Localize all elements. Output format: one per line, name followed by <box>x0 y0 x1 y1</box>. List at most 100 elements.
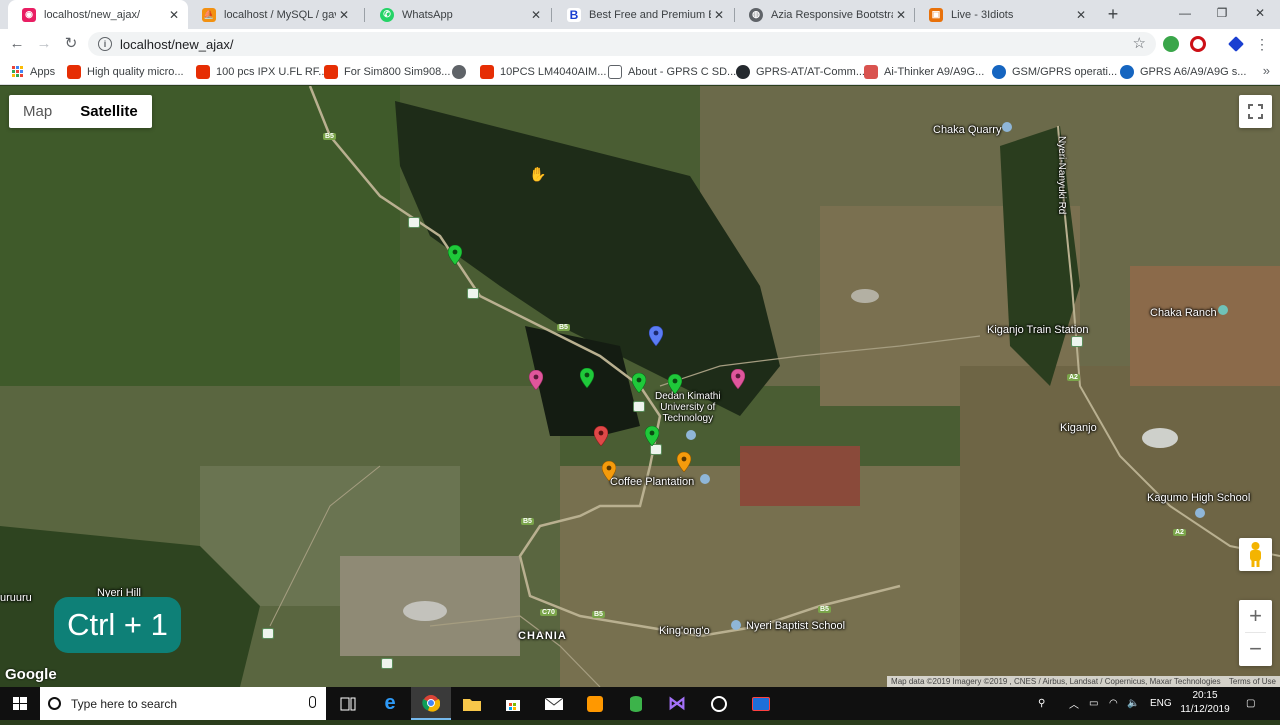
start-button[interactable] <box>0 687 40 720</box>
place-label[interactable]: Nyeri Baptist School <box>746 620 845 632</box>
chrome-taskbar-button[interactable] <box>411 687 451 720</box>
reload-button[interactable]: ↻ <box>60 33 82 55</box>
close-tab-icon[interactable]: ✕ <box>893 8 909 22</box>
bookmark-apps[interactable]: Apps <box>12 63 55 81</box>
place-label[interactable]: Coffee Plantation <box>610 476 694 488</box>
url-text[interactable]: localhost/new_ajax/ <box>120 37 233 52</box>
info-icon[interactable]: i <box>98 37 112 51</box>
battery-icon[interactable]: ▭ <box>1089 687 1098 720</box>
place-label[interactable]: Kagumo High School <box>1147 492 1250 504</box>
bus-stop-icon[interactable] <box>1071 336 1083 347</box>
close-window-button[interactable]: ✕ <box>1240 0 1280 29</box>
close-tab-icon[interactable]: ✕ <box>1073 8 1089 22</box>
bookmark-item[interactable] <box>452 63 472 81</box>
bus-stop-icon[interactable] <box>408 217 420 228</box>
tab-azia-bootstrap[interactable]: ◍ Azia Responsive Bootstrap 4 ✕ <box>735 0 915 29</box>
action-center-icon[interactable]: ▢ <box>1246 687 1255 720</box>
opera-extension-icon[interactable] <box>1190 36 1206 52</box>
forward-button[interactable]: → <box>33 33 55 55</box>
bookmark-item[interactable]: GPRS-AT/AT-Comm... <box>736 63 865 81</box>
mail-taskbar-button[interactable] <box>534 687 574 720</box>
terms-link[interactable]: Terms of Use <box>1229 677 1276 686</box>
tab-bootstrap-themes[interactable]: B Best Free and Premium Boot ✕ <box>553 0 733 29</box>
close-tab-icon[interactable]: ✕ <box>166 8 182 22</box>
zoom-out-button[interactable]: − <box>1239 633 1272 666</box>
location-marker-icon[interactable] <box>580 368 594 388</box>
tab-whatsapp[interactable]: ✆ WhatsApp ✕ <box>366 0 550 29</box>
language-indicator[interactable]: ENG <box>1150 687 1172 720</box>
back-button[interactable]: ← <box>6 33 28 55</box>
location-marker-icon[interactable] <box>649 326 663 346</box>
close-tab-icon[interactable]: ✕ <box>528 8 544 22</box>
people-icon[interactable]: ⚲ <box>1038 687 1045 720</box>
maximize-button[interactable]: ❐ <box>1202 0 1242 29</box>
location-marker-icon[interactable] <box>731 369 745 389</box>
location-marker-icon[interactable] <box>668 374 682 394</box>
extension-diamond-icon[interactable] <box>1228 36 1244 52</box>
tab-live-3idiots[interactable]: ▣ Live - 3Idiots ✕ <box>915 0 1095 29</box>
close-tab-icon[interactable]: ✕ <box>336 8 352 22</box>
bus-stop-icon[interactable] <box>633 401 645 412</box>
bookmark-item[interactable]: 100 pcs IPX U.FL RF... <box>196 63 327 81</box>
poi-marker-icon[interactable] <box>686 430 696 440</box>
location-marker-icon[interactable] <box>632 373 646 393</box>
bus-stop-icon[interactable] <box>467 288 479 299</box>
bookmark-item[interactable]: About - GPRS C SD... <box>608 63 736 81</box>
database-taskbar-button[interactable] <box>616 687 656 720</box>
location-marker-icon[interactable] <box>594 426 608 446</box>
location-marker-icon[interactable] <box>448 245 462 265</box>
fullscreen-button[interactable] <box>1239 95 1272 128</box>
poi-marker-icon[interactable] <box>1002 122 1012 132</box>
close-tab-icon[interactable]: ✕ <box>711 8 727 22</box>
taskbar-search-box[interactable]: Type here to search <box>40 687 326 720</box>
poi-marker-icon[interactable] <box>1218 305 1228 315</box>
minimize-button[interactable]: — <box>1165 0 1205 29</box>
poi-marker-icon[interactable] <box>700 474 710 484</box>
show-hidden-icons-chevron-icon[interactable]: ︿ <box>1069 687 1079 720</box>
place-label[interactable]: Chaka Quarry <box>933 124 1001 136</box>
app-taskbar-button[interactable] <box>699 687 739 720</box>
recorder-taskbar-button[interactable] <box>741 687 781 720</box>
visual-studio-taskbar-button[interactable]: ⋈ <box>657 687 697 720</box>
tab-localhost-new-ajax[interactable]: ◉ localhost/new_ajax/ ✕ <box>8 0 188 29</box>
wifi-icon[interactable]: ◠ <box>1109 687 1118 720</box>
menu-kebab-icon[interactable]: ⋮ <box>1251 33 1273 55</box>
store-taskbar-button[interactable] <box>493 687 533 720</box>
location-marker-icon[interactable] <box>602 461 616 481</box>
location-marker-icon[interactable] <box>529 370 543 390</box>
street-view-pegman[interactable] <box>1239 538 1272 571</box>
tab-phpmyadmin[interactable]: ⛵ localhost / MySQL / gavana ✕ <box>188 0 358 29</box>
edge-taskbar-button[interactable]: e <box>370 687 410 720</box>
poi-marker-icon[interactable] <box>1195 508 1205 518</box>
location-marker-icon[interactable] <box>677 452 691 472</box>
microphone-icon[interactable] <box>309 696 316 708</box>
system-clock[interactable]: 20:15 11/12/2019 <box>1172 689 1238 717</box>
location-marker-icon[interactable] <box>645 426 659 446</box>
more-bookmarks-icon[interactable]: » <box>1263 63 1270 78</box>
place-label[interactable]: Dedan Kimathi University of Technology <box>655 391 721 424</box>
place-label[interactable]: Kiganjo Train Station <box>987 324 1089 336</box>
extension-icon[interactable] <box>1163 36 1179 52</box>
bookmark-item[interactable]: High quality micro... <box>67 63 184 81</box>
bus-stop-icon[interactable] <box>262 628 274 639</box>
poi-marker-icon[interactable] <box>731 620 741 630</box>
bookmark-star-icon[interactable]: ☆ <box>1133 34 1146 52</box>
bus-stop-icon[interactable] <box>381 658 393 669</box>
task-view-button[interactable] <box>328 687 368 720</box>
zoom-in-button[interactable]: + <box>1239 600 1272 632</box>
google-map[interactable]: Map Satellite + − Chaka Quarry Nyeri-Nan… <box>0 86 1280 687</box>
sublime-taskbar-button[interactable] <box>575 687 615 720</box>
volume-icon[interactable]: 🔈 <box>1127 687 1139 720</box>
map-type-map-button[interactable]: Map <box>9 95 66 128</box>
file-explorer-taskbar-button[interactable] <box>452 687 492 720</box>
bookmark-item[interactable]: 10PCS LM4040AIM... <box>480 63 606 81</box>
bookmark-item[interactable]: For Sim800 Sim908... <box>324 63 450 81</box>
bookmark-item[interactable]: Ai-Thinker A9/A9G... <box>864 63 984 81</box>
bookmark-item[interactable]: GSM/GPRS operati... <box>992 63 1117 81</box>
new-tab-button[interactable]: + <box>1103 4 1123 24</box>
place-label[interactable]: Chaka Ranch <box>1150 307 1217 319</box>
bookmark-item[interactable]: GPRS A6/A9/A9G s... <box>1120 63 1246 81</box>
attribution-text[interactable]: Map data ©2019 Imagery ©2019 , CNES / Ai… <box>891 677 1221 686</box>
map-type-satellite-button[interactable]: Satellite <box>66 95 152 128</box>
address-bar[interactable]: i localhost/new_ajax/ ☆ <box>88 32 1156 56</box>
